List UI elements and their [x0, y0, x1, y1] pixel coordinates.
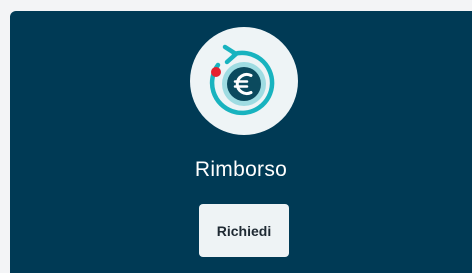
euro-refund-icon: [209, 44, 275, 116]
request-button[interactable]: Richiedi: [199, 204, 289, 257]
refund-card: Rimborso Richiedi: [10, 11, 472, 273]
notification-dot: [211, 67, 221, 77]
refund-icon-container: [190, 27, 298, 135]
card-title: Rimborso: [194, 158, 288, 181]
page: Rimborso Richiedi: [0, 0, 472, 273]
